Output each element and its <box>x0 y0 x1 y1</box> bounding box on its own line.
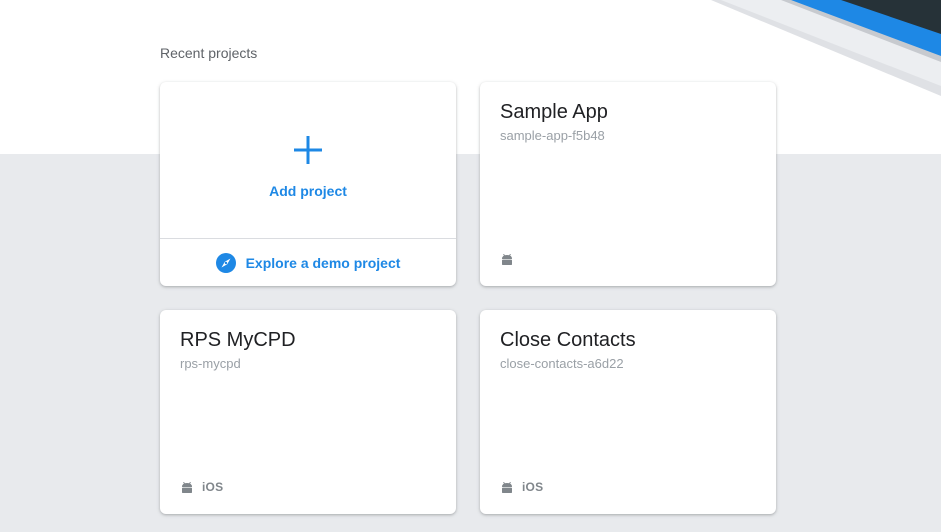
android-icon <box>502 481 512 493</box>
project-name: Close Contacts <box>500 329 636 351</box>
ios-icon: iOS <box>202 480 224 494</box>
platform-list: iOS <box>180 480 223 494</box>
plus-icon <box>294 136 322 164</box>
platform-list: iOS <box>500 480 543 494</box>
android-icon <box>182 481 192 493</box>
add-project-button[interactable]: Add project <box>160 82 456 238</box>
add-project-card: Add project Explore a demo project <box>160 82 456 286</box>
project-name: Sample App <box>500 101 608 123</box>
explore-demo-label: Explore a demo project <box>245 254 401 271</box>
android-icon <box>502 253 512 265</box>
project-card-rps-mycpd[interactable]: RPS MyCPD rps-mycpd iOS <box>160 310 456 514</box>
add-project-label: Add project <box>269 183 347 199</box>
project-card-sample-app[interactable]: Sample App sample-app-f5b48 <box>480 82 776 286</box>
project-id: close-contacts-a6d22 <box>500 356 624 371</box>
compass-icon <box>215 252 236 273</box>
console-home: Recent projects Add project Explore a de… <box>0 0 941 532</box>
explore-demo-project-link[interactable]: Explore a demo project <box>160 239 456 286</box>
ios-icon: iOS <box>522 480 544 494</box>
project-id: rps-mycpd <box>180 356 241 371</box>
project-card-close-contacts[interactable]: Close Contacts close-contacts-a6d22 iOS <box>480 310 776 514</box>
project-name: RPS MyCPD <box>180 329 296 351</box>
project-id: sample-app-f5b48 <box>500 128 605 143</box>
platform-list <box>500 252 522 266</box>
section-title: Recent projects <box>160 45 258 61</box>
